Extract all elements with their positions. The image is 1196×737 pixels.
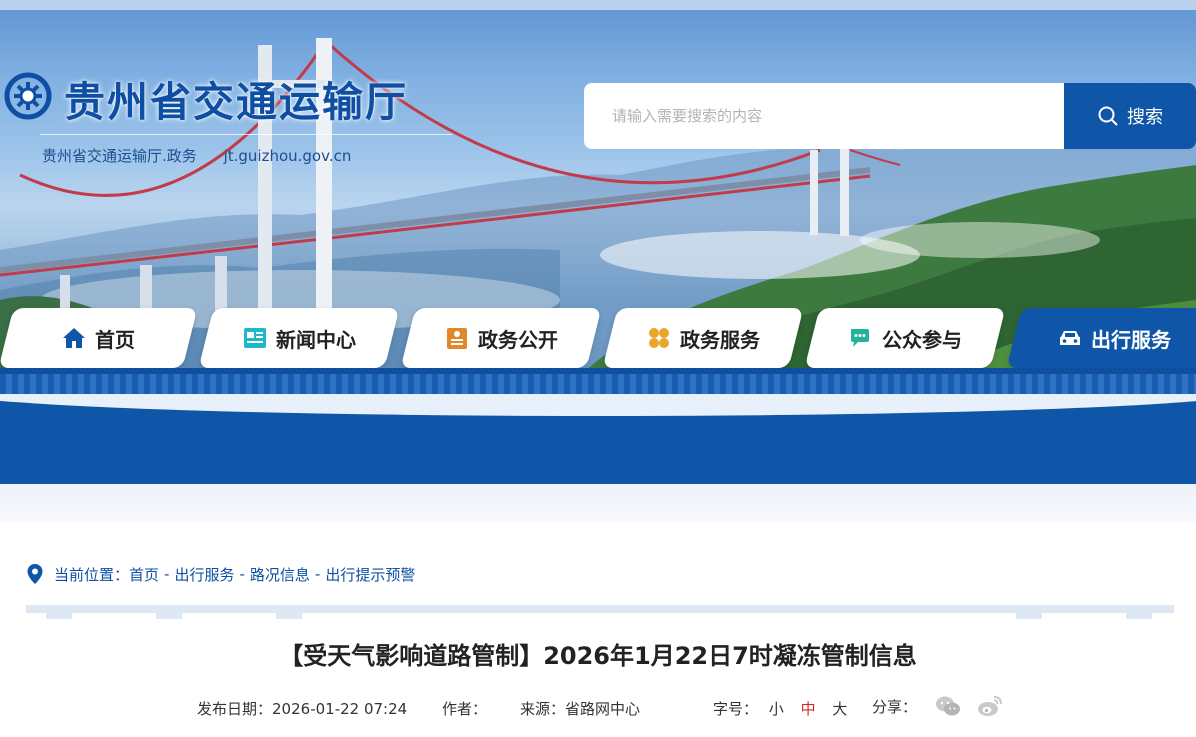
nav-item-news[interactable]: 新闻中心	[198, 308, 400, 368]
weibo-icon[interactable]	[977, 694, 1003, 718]
blue-wave-band	[0, 394, 1196, 484]
breadcrumb-separator: -	[239, 565, 245, 583]
nav-item-gov-service[interactable]: 政务服务	[602, 308, 804, 368]
nav-item-home[interactable]: 首页	[0, 308, 198, 368]
nav-item-public[interactable]: 公众参与	[804, 308, 1006, 368]
publish-date: 发布日期：2026-01-22 07:24	[197, 698, 407, 719]
breadcrumb-separator: -	[164, 565, 170, 583]
content-top-shade	[0, 484, 1196, 522]
search-button[interactable]: 搜索	[1064, 83, 1196, 149]
breadcrumb-home[interactable]: 首页	[129, 564, 159, 585]
section-divider	[26, 605, 1174, 613]
font-size-large[interactable]: 大	[832, 698, 847, 719]
nav-item-gov-open[interactable]: 政务公开	[400, 308, 602, 368]
wechat-icon[interactable]	[935, 694, 961, 718]
site-sub-domain: jt.guizhou.gov.cn	[223, 147, 352, 165]
font-size-small[interactable]: 小	[769, 698, 784, 719]
font-size-control: 字号： 小 中 大	[713, 698, 853, 719]
nav-label: 公众参与	[882, 327, 962, 352]
emblem-logo-icon	[4, 72, 52, 120]
article-title: 【受天气影响道路管制】2026年1月22日7时凝冻管制信息	[279, 642, 917, 670]
breadcrumb-road-info[interactable]: 路况信息	[250, 564, 310, 585]
breadcrumb-travel[interactable]: 出行服务	[174, 564, 234, 585]
breadcrumb: 当前位置： 首页 - 出行服务 - 路况信息 - 出行提示预警	[26, 563, 415, 585]
nav-label: 政务公开	[478, 327, 558, 352]
nav-label: 首页	[95, 327, 135, 352]
nav-label: 政务服务	[680, 327, 760, 352]
nav-label: 出行服务	[1091, 327, 1171, 352]
source-value: 省路网中心	[565, 700, 641, 718]
grid-icon	[649, 328, 669, 348]
site-subtitle: 贵州省交通运输厅.政务 jt.guizhou.gov.cn	[42, 145, 373, 166]
nav-decor-band	[0, 368, 1196, 394]
chat-icon	[851, 329, 869, 347]
location-pin-icon	[27, 564, 43, 584]
nav-label: 新闻中心	[276, 327, 356, 352]
source: 来源：省路网中心	[520, 698, 640, 719]
header-banner: 贵州省交通运输厅 贵州省交通运输厅.政务 jt.guizhou.gov.cn 搜…	[0, 0, 1196, 395]
font-size-medium[interactable]: 中	[801, 698, 816, 719]
home-icon	[63, 328, 85, 348]
car-icon	[1060, 331, 1080, 345]
nav-item-travel[interactable]: 出行服务	[1006, 308, 1196, 368]
title-divider	[40, 134, 452, 135]
share-label: 分享：	[872, 698, 918, 716]
breadcrumb-warning[interactable]: 出行提示预警	[325, 564, 415, 585]
breadcrumb-separator: -	[314, 565, 321, 583]
search-button-label: 搜索	[1127, 107, 1163, 128]
author: 作者：	[442, 698, 487, 719]
breadcrumb-prefix: 当前位置：	[54, 565, 130, 584]
search-input[interactable]	[584, 83, 1064, 149]
site-title[interactable]: 贵州省交通运输厅	[64, 68, 408, 128]
publish-date-value: 2026-01-22 07:24	[272, 700, 408, 718]
divider-decoration	[46, 613, 1152, 619]
publish-date-label: 发布日期：	[197, 700, 273, 718]
author-label: 作者：	[442, 700, 488, 718]
site-sub-name: 贵州省交通运输厅.政务	[42, 147, 197, 165]
news-icon	[244, 328, 266, 348]
source-label: 来源：	[520, 700, 566, 718]
search-icon	[1098, 106, 1118, 126]
search-box	[584, 83, 1064, 149]
document-icon	[447, 328, 467, 349]
font-size-label: 字号：	[713, 700, 759, 718]
